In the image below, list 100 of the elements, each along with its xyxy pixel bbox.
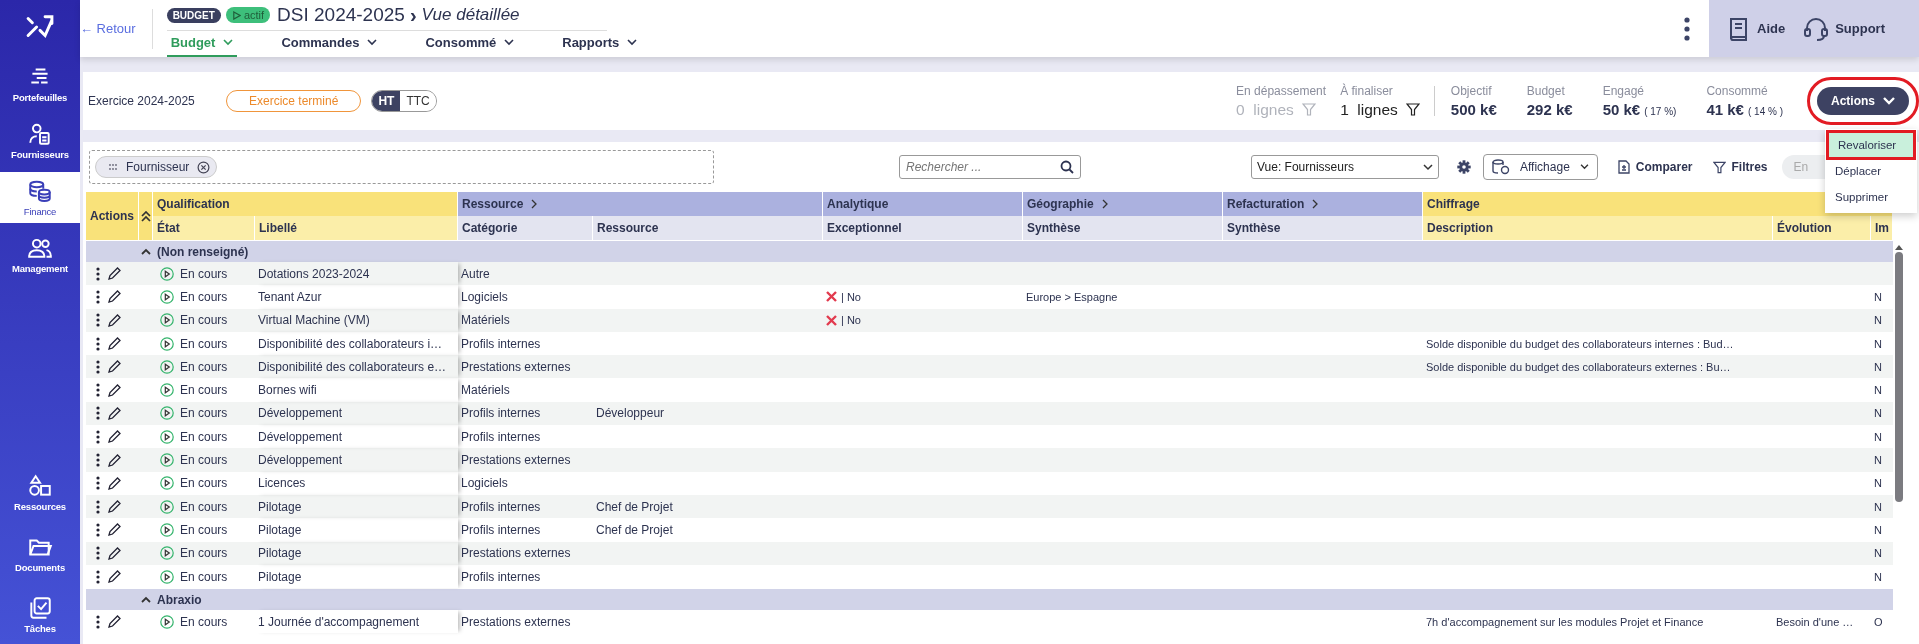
table-cell: En cours: [180, 336, 228, 351]
edit-icon[interactable]: [108, 267, 121, 281]
chevron-right-icon[interactable]: [531, 199, 539, 209]
menu-item[interactable]: Supprimer: [1825, 184, 1917, 210]
nav-tab[interactable]: Consommé: [421, 31, 519, 57]
sidebar-item[interactable]: Finance: [0, 172, 80, 223]
column-header: Description: [1423, 216, 1773, 240]
tax-option[interactable]: HT: [372, 91, 401, 111]
sidebar-item[interactable]: Management: [0, 229, 80, 280]
edit-icon[interactable]: [108, 360, 121, 374]
table-cell: Autre: [461, 266, 490, 281]
table-cell: Solde disponible du budget des collaborateurs externes : Bu…: [1426, 360, 1731, 373]
back-link[interactable]: ← Retour: [80, 8, 153, 49]
table-cell: Développement: [258, 453, 343, 467]
view-select[interactable]: Vue: Fournisseurs: [1251, 155, 1439, 179]
row-menu-icon[interactable]: [96, 476, 100, 491]
chevron-right-icon[interactable]: [1101, 199, 1109, 209]
sidebar-item[interactable]: Fournisseurs: [0, 115, 80, 166]
scroll-up-icon[interactable]: [1895, 244, 1903, 250]
play-circle-icon: [160, 429, 174, 444]
edit-icon[interactable]: [108, 570, 121, 583]
edit-icon[interactable]: [108, 313, 121, 327]
column-header: Synthèse: [1223, 216, 1423, 240]
chevron-down-icon: [1423, 163, 1433, 171]
table-cell: Développeur: [596, 406, 665, 421]
edit-icon[interactable]: [108, 523, 121, 537]
column-header: Libellé: [255, 216, 458, 240]
edit-icon[interactable]: [108, 290, 121, 304]
supplier-icon: [27, 121, 53, 147]
chevron-right-icon[interactable]: [1312, 199, 1320, 209]
edit-icon[interactable]: [108, 406, 121, 420]
filters-button[interactable]: Filtres: [1712, 160, 1768, 174]
row-menu-icon[interactable]: [96, 569, 100, 584]
edit-icon[interactable]: [108, 500, 121, 514]
sidebar-item[interactable]: Documents: [0, 528, 80, 579]
sidebar-item[interactable]: Tâches: [0, 589, 80, 640]
table-cell: N: [1874, 407, 1882, 420]
edit-icon[interactable]: [108, 337, 121, 351]
row-menu-icon[interactable]: [96, 313, 100, 328]
table-cell: Prestations externes: [461, 546, 571, 561]
group-chip[interactable]: Fournisseur: [95, 156, 218, 178]
edit-icon[interactable]: [108, 430, 121, 444]
table-cell: Développement: [258, 406, 343, 421]
stat-label: Consommé: [1706, 84, 1769, 98]
play-circle-icon: [160, 614, 174, 629]
row-menu-icon[interactable]: [96, 429, 100, 444]
table-cell: Profils internes: [461, 499, 541, 514]
menu-item[interactable]: Revaloriser: [1828, 132, 1914, 158]
table-cell: En cours: [180, 406, 228, 421]
counter-filter[interactable]: 1 lignes: [1340, 100, 1420, 119]
table-cell: Tenant Azur: [258, 289, 322, 304]
edit-icon[interactable]: [108, 453, 121, 467]
more-icon[interactable]: [1683, 16, 1691, 41]
column-group-header: Ressource: [462, 197, 524, 211]
table-cell: N: [1874, 337, 1882, 350]
table-cell: Besoin d'une …: [1776, 615, 1854, 628]
edit-icon[interactable]: [108, 383, 121, 397]
table-cell: Bornes wifi: [258, 383, 317, 398]
row-menu-icon[interactable]: [96, 406, 100, 421]
document-icon: [1617, 160, 1630, 174]
edit-icon[interactable]: [108, 546, 121, 560]
row-menu-icon[interactable]: [96, 614, 100, 629]
sidebar-item[interactable]: Ressources: [0, 467, 80, 518]
table-cell: Chef de Projet: [596, 499, 673, 514]
table-cell: Prestations externes: [461, 359, 571, 374]
table-cell: N: [1874, 430, 1882, 443]
row-menu-icon[interactable]: [96, 453, 100, 467]
row-menu-icon[interactable]: [96, 289, 100, 304]
nav-tab[interactable]: Rapports: [558, 31, 642, 57]
collapse-all-icon[interactable]: [140, 210, 151, 222]
table-cell: Logiciels: [461, 289, 508, 304]
column-group-header: Qualification: [157, 197, 230, 211]
table-cell: En cours: [180, 614, 228, 629]
table-cell: Profils internes: [461, 569, 541, 584]
remove-icon[interactable]: [197, 160, 211, 174]
help-button[interactable]: Aide: [1727, 15, 1786, 42]
support-button[interactable]: Support: [1803, 15, 1885, 42]
table-cell: Solde disponible du budget des collaborateurs internes : Bud…: [1426, 337, 1734, 350]
row-menu-icon[interactable]: [96, 522, 100, 537]
table-cell: Chef de Projet: [596, 522, 673, 537]
row-menu-icon[interactable]: [96, 336, 100, 351]
play-circle-icon: [160, 476, 174, 491]
search-icon: [1060, 160, 1074, 174]
table-cell: N: [1874, 384, 1882, 397]
row-menu-icon[interactable]: [96, 359, 100, 374]
row-menu-icon[interactable]: [96, 546, 100, 561]
stat-label: Objectif: [1450, 84, 1493, 98]
table-cell: Disponibilité des collaborateurs e…: [258, 359, 447, 374]
row-menu-icon[interactable]: [96, 383, 100, 398]
search-field[interactable]: Rechercher ...: [899, 155, 1081, 179]
settings-icon[interactable]: [1457, 160, 1471, 174]
display-button[interactable]: Affichage: [1483, 154, 1598, 180]
compare-button[interactable]: Comparer: [1617, 160, 1693, 174]
row-menu-icon[interactable]: [96, 499, 100, 514]
sidebar-item[interactable]: Portefeuilles: [0, 58, 80, 109]
nav-tab[interactable]: Commandes: [277, 31, 382, 57]
edit-icon[interactable]: [108, 615, 121, 629]
edit-icon[interactable]: [108, 476, 121, 490]
row-menu-icon[interactable]: [96, 266, 100, 281]
budget-badge: BUDGET: [166, 7, 221, 23]
